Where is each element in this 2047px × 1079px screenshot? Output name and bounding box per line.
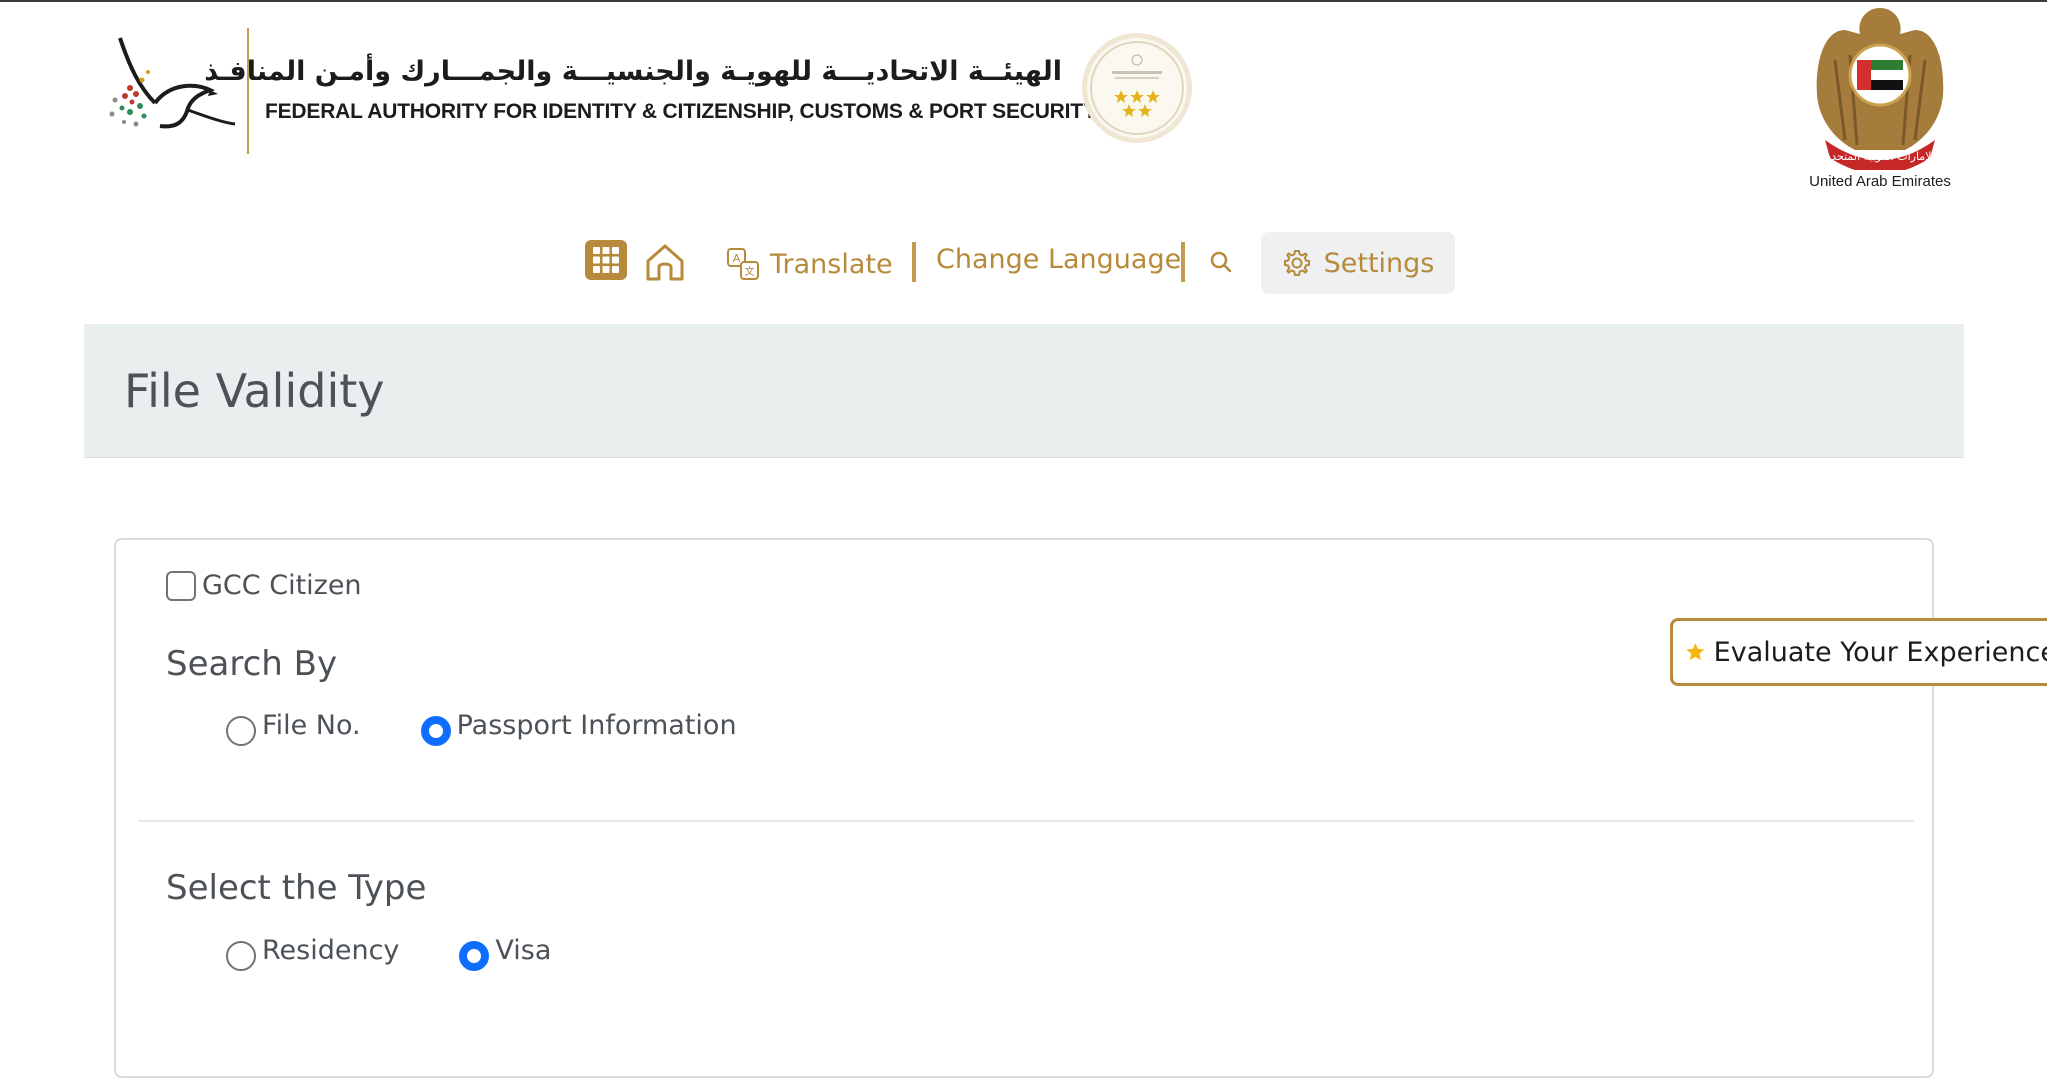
translate-label: Translate [770,248,893,280]
svg-text:文: 文 [745,265,755,278]
authority-name-english: FEDERAL AUTHORITY FOR IDENTITY & CITIZEN… [265,100,1097,123]
main-nav: A 文 Translate Change Language Settings [0,232,2047,296]
page-title-band: File Validity [84,324,1964,458]
apps-grid-button[interactable] [585,240,627,280]
search-by-passport-option[interactable]: Passport Information [420,710,737,746]
authority-falcon-logo[interactable] [100,28,240,148]
search-button[interactable] [1205,246,1237,278]
translate-icon: A 文 [727,248,759,280]
svg-text:الإمارات العربية المتحدة: الإمارات العربية المتحدة [1825,150,1934,163]
file-validity-form: GCC Citizen Search By File No. Passport … [114,538,1934,1078]
file-no-radio[interactable] [226,716,256,746]
residency-label: Residency [262,935,400,966]
visa-label: Visa [495,935,552,966]
visa-radio[interactable] [459,941,490,971]
select-type-heading: Select the Type [166,868,427,908]
residency-radio[interactable] [226,941,256,971]
settings-button[interactable]: Settings [1261,232,1455,294]
country-caption: United Arab Emirates [1809,173,1951,190]
page-title: File Validity [124,364,385,418]
search-by-radio-group: File No. Passport Information [226,710,797,746]
change-language-link[interactable]: Change Language [936,244,1181,275]
gcc-citizen-label: GCC Citizen [202,570,362,601]
star-icon [1686,642,1705,661]
search-by-heading: Search By [166,644,338,684]
section-divider [138,820,1914,822]
home-button[interactable] [643,240,687,284]
gear-icon [1283,250,1310,276]
evaluate-experience-button[interactable]: Evaluate Your Experience [1670,618,2047,686]
search-by-file-no-option[interactable]: File No. [226,710,361,746]
uae-emblem-logo[interactable]: الإمارات العربية المتحدة [1805,0,1955,170]
passport-information-radio[interactable] [420,716,451,746]
nav-separator [1181,242,1185,282]
site-header: الهيئــة الاتحاديـــة للهويـة والجنسيـــ… [0,0,2047,220]
passport-information-label: Passport Information [456,710,737,741]
type-radio-group: Residency Visa [226,935,611,971]
home-icon [646,244,684,281]
type-visa-option[interactable]: Visa [459,935,551,971]
logo-divider [247,28,249,154]
type-residency-option[interactable]: Residency [226,935,399,971]
gcc-citizen-option[interactable]: GCC Citizen [166,570,362,601]
evaluate-experience-label: Evaluate Your Experience [1713,636,2047,668]
star-rating-seal [1082,33,1192,143]
authority-name-arabic: الهيئــة الاتحاديـــة للهويـة والجنسيـــ… [204,56,1062,87]
gcc-citizen-checkbox[interactable] [166,570,196,601]
nav-separator [912,242,916,282]
search-icon [1210,251,1232,273]
file-no-label: File No. [262,710,361,741]
settings-label: Settings [1323,247,1435,279]
translate-button[interactable]: A 文 Translate [726,242,893,286]
grid-icon [593,247,619,273]
svg-text:A: A [733,252,741,265]
